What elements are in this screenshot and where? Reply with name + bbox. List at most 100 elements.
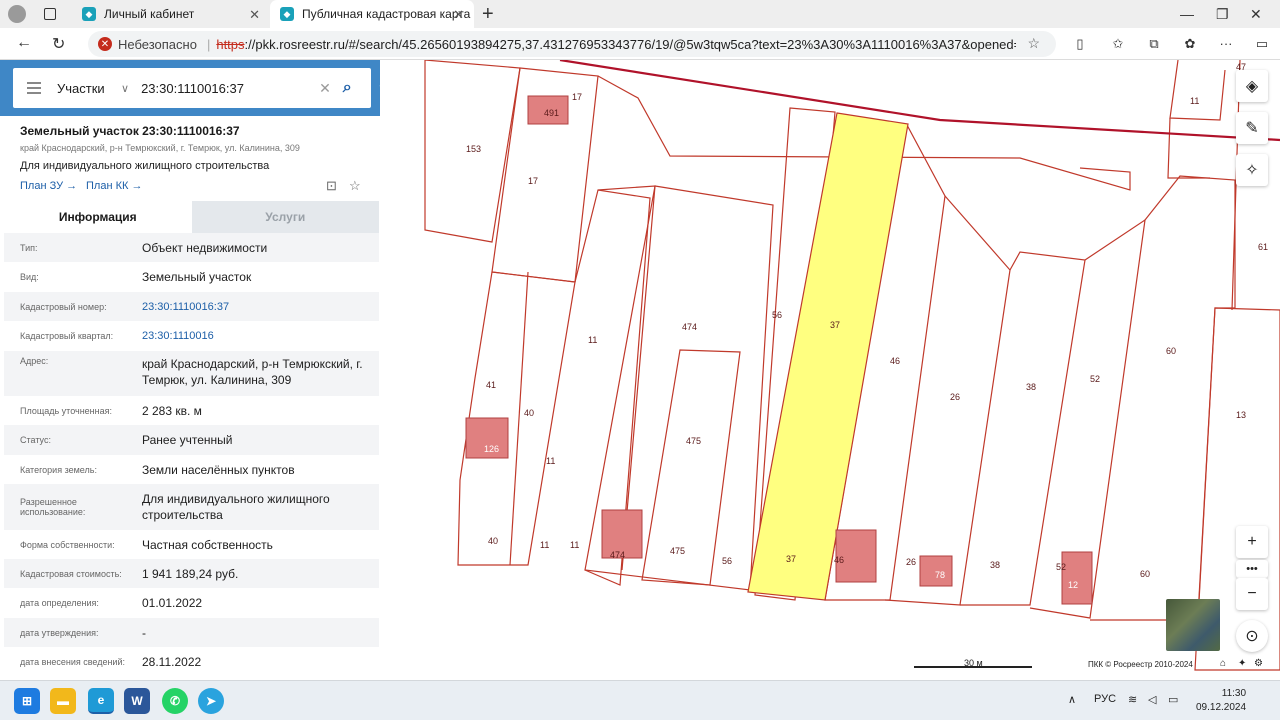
cadastral-number-link[interactable]: 23:30:1110016:37 — [142, 299, 229, 315]
back-icon[interactable]: ← — [16, 34, 32, 52]
attribute-value: 1 941 189,24 руб. — [142, 566, 239, 581]
menu-dots-icon[interactable]: ··· — [1218, 36, 1234, 52]
parcel-label: 56 — [772, 310, 782, 320]
url-text[interactable]: https://pkk.rosreestr.ru/#/search/45.265… — [216, 37, 1016, 52]
wifi-icon[interactable]: ≋ — [1128, 693, 1137, 706]
edge-browser-icon[interactable]: e — [88, 688, 114, 714]
attribute-value: Для индивидуального жилищного строительс… — [142, 492, 330, 522]
zoom-in-button[interactable]: + — [1236, 526, 1268, 558]
locate-icon[interactable]: ✧ — [1236, 154, 1268, 186]
layers-icon[interactable]: ◈ — [1236, 70, 1268, 102]
attributes-table: Тип: Объект недвижимости Вид: Земельный уч… — [4, 233, 379, 677]
telegram-icon[interactable]: ➤ — [198, 688, 224, 714]
url-field[interactable]: ✕ Небезопасно | https://pkk.rosreestr.ru… — [88, 31, 1056, 57]
word-icon[interactable]: W — [124, 688, 150, 714]
more-options-icon[interactable]: ••• — [1236, 560, 1268, 578]
collections-icon[interactable]: ⧉ — [1146, 36, 1162, 52]
parcel-label: 475 — [686, 436, 701, 446]
object-title: Земельный участок 23:30:1110016:37 — [20, 124, 240, 138]
zoom-to-object-icon[interactable]: ⊡ — [326, 178, 337, 194]
target-icon[interactable]: ✦ — [1238, 658, 1246, 669]
home-icon[interactable]: ⌂ — [1220, 658, 1226, 669]
volume-icon[interactable]: ◁ — [1148, 693, 1156, 706]
attribute-row: Кадастровый номер: 23:30:1110016:37 — [4, 292, 379, 321]
windows-start-icon[interactable]: ⊞ — [14, 688, 40, 714]
bookmark-star-icon[interactable]: ☆ — [349, 178, 361, 194]
attribute-row: Форма собственности: Частная собственност… — [4, 530, 379, 559]
ruler-icon[interactable]: ✎ — [1236, 112, 1268, 144]
new-tab-button[interactable]: + — [482, 3, 494, 26]
parcel-label: 37 — [786, 554, 796, 564]
clear-icon[interactable]: ✕ — [319, 80, 331, 97]
attribute-label: дата определения: — [20, 598, 99, 608]
plan-zu-link[interactable]: План ЗУ → — [20, 180, 77, 192]
attribute-label: Кадастровая стоимость: — [20, 568, 122, 579]
parcel-label: 78 — [935, 570, 945, 580]
favorites-icon[interactable]: ✩ — [1110, 36, 1126, 52]
parcel-label: 11 — [570, 540, 579, 550]
extension-icon[interactable]: ✿ — [1182, 36, 1198, 52]
parcel-label: 12 — [1068, 580, 1078, 590]
search-input[interactable]: 23:30:1110016:37 — [141, 81, 319, 96]
parcel-boundary — [1169, 60, 1226, 121]
close-tab-icon[interactable]: ✕ — [249, 7, 260, 23]
plan-kk-label: План КК — [86, 180, 129, 192]
parcel-label: 491 — [544, 108, 559, 118]
attribute-value: Частная собственность — [142, 537, 273, 552]
profile-icon[interactable] — [8, 5, 26, 23]
attribute-label: Кадастровый квартал: — [20, 331, 114, 341]
close-window-icon[interactable]: ✕ — [1250, 6, 1262, 23]
zoom-out-button[interactable]: − — [1236, 578, 1268, 610]
satellite-basemap-toggle[interactable] — [1166, 599, 1220, 651]
attribute-row: Вид: Земельный участок — [4, 262, 379, 292]
tab-personal-cabinet[interactable]: ◆ Личный кабинет ✕ — [72, 0, 270, 28]
tab-cadastral-map[interactable]: ◆ Публичная кадастровая карта ✕ — [270, 0, 474, 28]
battery-icon[interactable]: ▭ — [1168, 693, 1178, 706]
tab-actions-icon[interactable] — [44, 8, 56, 20]
separator: | — [206, 36, 211, 52]
parcel-label: 17 — [572, 92, 582, 102]
plan-kk-link[interactable]: План КК → — [86, 180, 142, 192]
search-type-select[interactable]: Участки — [57, 81, 121, 96]
parcel-label: 11 — [540, 540, 549, 550]
attribute-row: дата утверждения: - — [4, 618, 379, 647]
parcel-label: 17 — [528, 176, 538, 186]
menu-icon[interactable] — [27, 79, 41, 97]
search-box: Участки ∨ 23:30:1110016:37 ✕ ⌕ — [13, 68, 371, 108]
restore-icon[interactable]: ❐ — [1216, 6, 1229, 23]
parcel-label: 11 — [1190, 96, 1199, 106]
split-screen-icon[interactable]: ▯ — [1072, 36, 1088, 52]
favorite-star-icon[interactable]: ☆ — [1027, 35, 1040, 52]
search-icon[interactable]: ⌕ — [343, 79, 352, 97]
sidebar-toggle-icon[interactable]: ▭ — [1254, 36, 1270, 52]
whatsapp-icon[interactable]: ✆ — [162, 688, 188, 714]
reload-icon[interactable]: ↻ — [52, 34, 65, 54]
chevron-down-icon[interactable]: ∨ — [121, 82, 129, 95]
minimize-icon[interactable]: — — [1180, 6, 1194, 22]
parcel-label: 26 — [906, 557, 916, 567]
attribute-row: Адрес: край Краснодарский, р-н Темрюкский… — [4, 351, 379, 396]
attribute-row: Разрешенное использование: Для индивидуал… — [4, 484, 379, 530]
parcel-label: 52 — [1090, 374, 1100, 384]
file-explorer-icon[interactable]: ▬ — [50, 688, 76, 714]
tray-chevron-icon[interactable]: ∧ — [1068, 693, 1076, 706]
tab-information[interactable]: Информация — [4, 201, 192, 233]
close-tab-icon[interactable]: ✕ — [453, 7, 464, 23]
cadastral-quarter-link[interactable]: 23:30:1110016 — [142, 328, 214, 344]
settings-icon[interactable]: ⚙ — [1254, 658, 1263, 669]
attribute-row: Кадастровая стоимость: 1 941 189,24 руб. — [4, 559, 379, 588]
parcel-map-svg[interactable]: 47 17 491 153 17 11 61 474 56 37 46 26 3… — [380, 60, 1280, 680]
address-bar: ← ↻ ✕ Небезопасно | https://pkk.rosreest… — [0, 28, 1280, 60]
cadastral-map[interactable]: 47 17 491 153 17 11 61 474 56 37 46 26 3… — [380, 60, 1280, 680]
system-clock[interactable]: 11:30 09.12.2024 — [1196, 687, 1246, 715]
object-address: край Краснодарский, р-н Темрюкский, г. Т… — [20, 143, 300, 153]
compass-icon[interactable]: ⊙ — [1236, 620, 1268, 652]
parcel-label: 60 — [1140, 569, 1150, 579]
security-label[interactable]: Небезопасно — [118, 37, 197, 52]
language-indicator[interactable]: РУС — [1094, 693, 1116, 705]
object-use: Для индивидуального жилищного строительс… — [20, 160, 270, 172]
parcel-label: 153 — [466, 144, 481, 154]
attribute-row: Площадь уточненная: 2 283 кв. м — [4, 396, 379, 425]
tab-services[interactable]: Услуги — [191, 201, 379, 233]
parcel-label: 11 — [588, 335, 597, 345]
